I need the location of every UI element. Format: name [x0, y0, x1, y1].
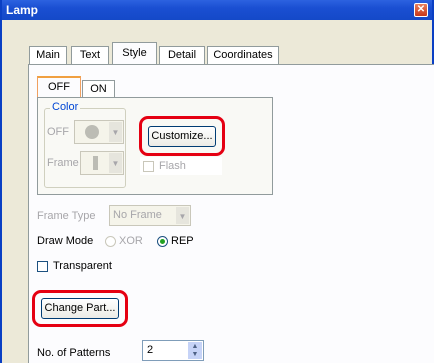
lamp-dialog: Lamp ✕ Main Text Style Detail Coordinate…	[0, 0, 434, 363]
color-settings-panel: Color OFF ▼ Frame ▼ Customize... Flash	[37, 97, 273, 195]
transparent-label: Transparent	[53, 260, 112, 272]
frame-color-dropdown: ▼	[80, 151, 124, 175]
draw-mode-rep-label: REP	[171, 235, 194, 247]
flash-checkbox	[143, 161, 154, 172]
style-tab-panel: OFF ON Color OFF ▼ Frame ▼ Customize... …	[28, 64, 434, 363]
subtab-off[interactable]: OFF	[37, 76, 81, 98]
chevron-down-icon: ▼	[109, 153, 122, 173]
flash-label: Flash	[159, 160, 186, 172]
draw-mode-xor-radio	[105, 236, 116, 247]
chevron-down-icon: ▼	[109, 122, 122, 142]
frame-type-value: No Frame	[113, 209, 162, 221]
draw-mode-rep-radio[interactable]	[157, 236, 168, 247]
frame-color-label: Frame	[47, 157, 79, 169]
tab-detail[interactable]: Detail	[159, 46, 205, 64]
frame-type-select: No Frame ▼	[109, 205, 191, 226]
tab-text[interactable]: Text	[71, 46, 109, 64]
transparent-checkbox[interactable]	[37, 261, 48, 272]
frame-type-label: Frame Type	[37, 210, 96, 222]
spin-down-icon[interactable]: ▼	[188, 350, 202, 359]
tab-main[interactable]: Main	[29, 46, 67, 64]
subtab-on[interactable]: ON	[82, 80, 115, 98]
patterns-label: No. of Patterns	[37, 347, 111, 359]
window-title: Lamp	[6, 3, 39, 17]
customize-highlight	[139, 116, 225, 156]
color-group-title: Color	[50, 101, 81, 113]
frame-icon	[93, 156, 98, 170]
close-icon[interactable]: ✕	[414, 3, 428, 17]
draw-mode-xor-label: XOR	[119, 235, 143, 247]
change-part-highlight	[32, 290, 128, 327]
off-color-label: OFF	[47, 126, 69, 138]
chevron-down-icon: ▼	[176, 207, 189, 224]
palette-icon	[85, 125, 99, 139]
tab-style[interactable]: Style	[112, 42, 157, 65]
patterns-value: 2	[147, 344, 154, 356]
patterns-spinner[interactable]: 2 ▲ ▼	[142, 340, 204, 361]
title-bar: Lamp ✕	[2, 0, 432, 20]
draw-mode-label: Draw Mode	[37, 235, 94, 247]
off-color-dropdown: ▼	[74, 120, 124, 144]
tab-coordinates[interactable]: Coordinates	[207, 46, 279, 64]
